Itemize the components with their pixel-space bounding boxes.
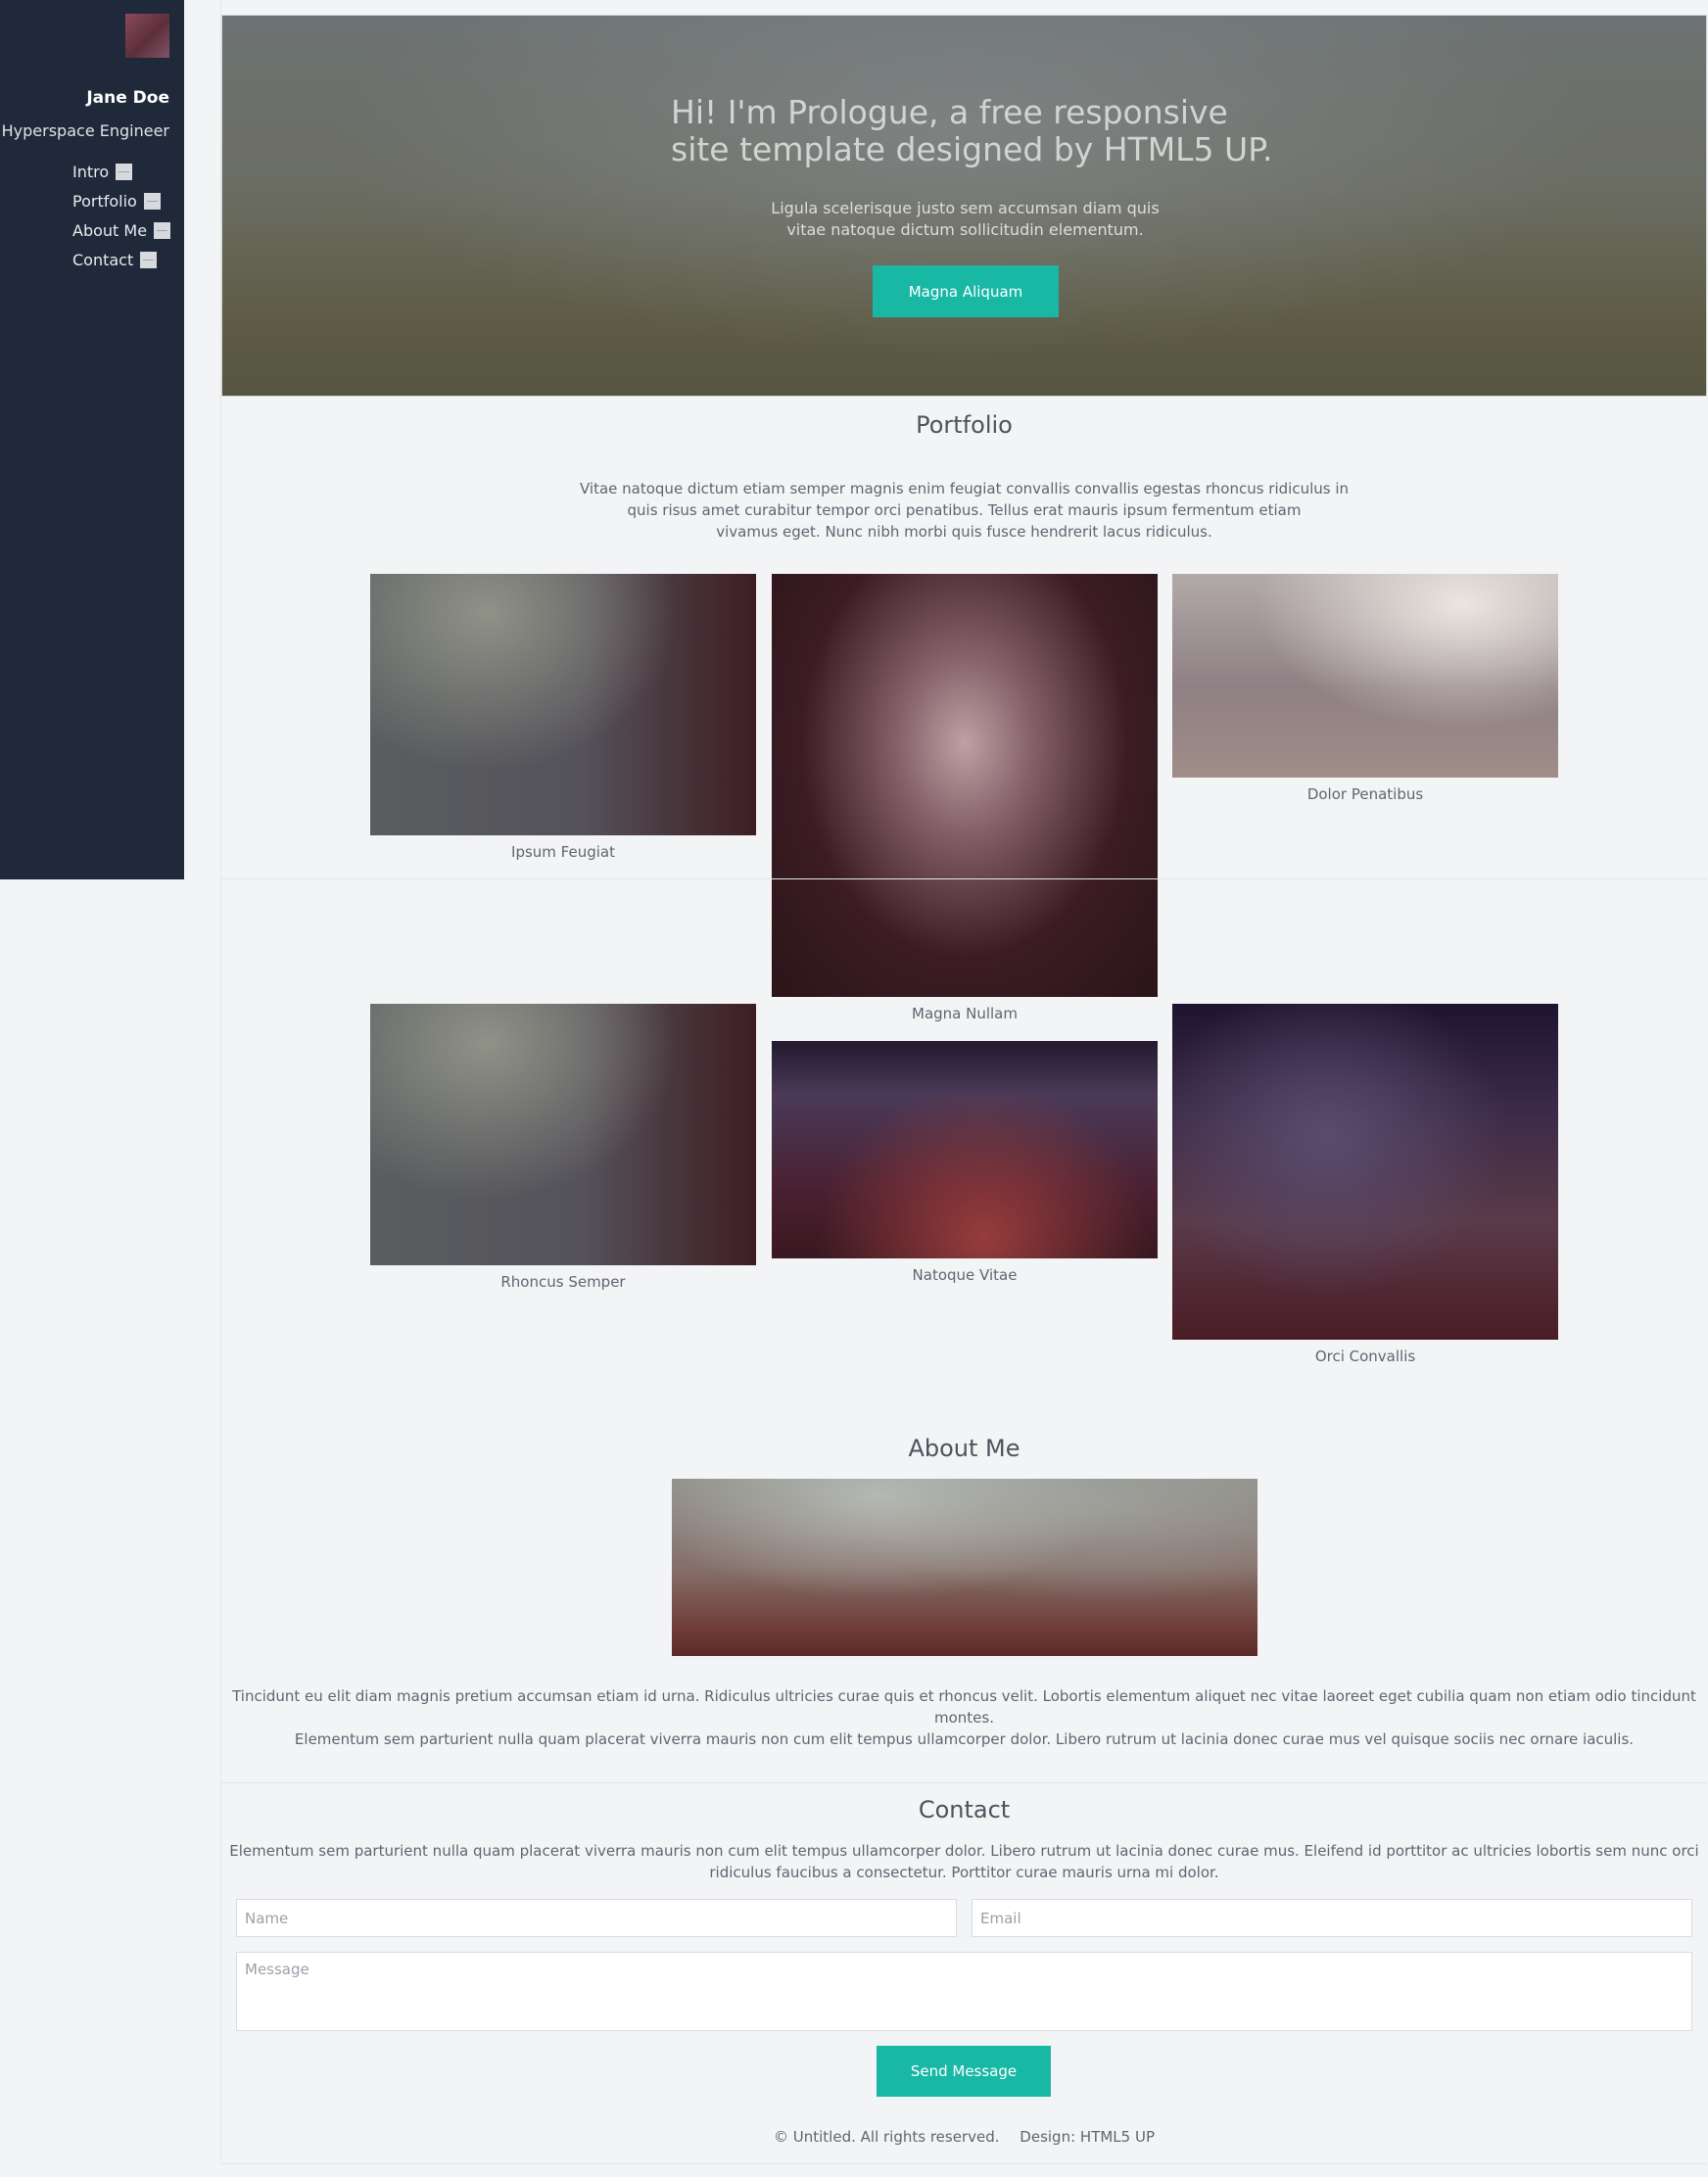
hero-subtext-line: vitae natoque dictum sollicitudin elemen… xyxy=(786,220,1144,239)
portfolio-item[interactable]: Dolor Penatibus xyxy=(1172,574,1558,803)
name-field[interactable] xyxy=(236,1899,957,1937)
main-content: Hi! I'm Prologue, a free responsive site… xyxy=(220,0,1708,2164)
nav-item-label[interactable]: Intro xyxy=(72,163,109,181)
profile-name: Jane Doe xyxy=(86,88,169,108)
contact-title: Contact xyxy=(918,1796,1011,1823)
user-icon xyxy=(154,221,171,239)
portfolio-item[interactable]: Ipsum Feugiat xyxy=(370,574,756,861)
portfolio-caption[interactable]: Natoque Vitae xyxy=(772,1266,1158,1284)
message-field[interactable] xyxy=(236,1952,1692,2031)
portfolio-caption[interactable]: Ipsum Feugiat xyxy=(370,843,756,861)
about-text-line: Tincidunt eu elit diam magnis pretium ac… xyxy=(232,1687,1696,1727)
portfolio-image[interactable] xyxy=(1172,574,1558,778)
contact-text: Elementum sem parturient nulla quam plac… xyxy=(221,1840,1707,1883)
nav-item-label[interactable]: Portfolio xyxy=(72,192,137,211)
nav-item-intro[interactable]: Intro xyxy=(72,157,170,186)
about-image xyxy=(672,1479,1257,1656)
contact-text-line: ridiculus faucibus a consectetur. Portti… xyxy=(709,1864,1219,1881)
nav-item-label[interactable]: About Me xyxy=(72,221,147,240)
portfolio-item[interactable]: Natoque Vitae xyxy=(772,1041,1158,1284)
sidebar-nav: Intro Portfolio About Me Contact xyxy=(72,157,171,274)
portfolio-intro-text: Vitae natoque dictum etiam semper magnis… xyxy=(456,478,1472,543)
nav-item-about[interactable]: About Me xyxy=(72,215,171,245)
portfolio-caption[interactable]: Orci Convallis xyxy=(1172,1348,1558,1365)
hero-headline-line: Hi! I'm Prologue, a free responsive xyxy=(671,93,1228,131)
hero-banner: Hi! I'm Prologue, a free responsive site… xyxy=(221,15,1707,397)
portfolio-image[interactable] xyxy=(370,574,756,835)
footer-design-credit[interactable]: Design: HTML5 UP xyxy=(1020,2128,1155,2146)
hero-cta-button[interactable]: Magna Aliquam xyxy=(873,265,1059,317)
footer: © Untitled. All rights reserved. Design:… xyxy=(221,2128,1707,2146)
portfolio-caption[interactable]: Dolor Penatibus xyxy=(1172,785,1558,803)
hero-headline-line: site template designed by HTML5 UP. xyxy=(671,130,1273,168)
grid-icon xyxy=(143,192,161,210)
hero-subtext: Ligula scelerisque justo sem accumsan di… xyxy=(222,198,1708,241)
portfolio-item[interactable]: Rhoncus Semper xyxy=(370,1004,756,1291)
portfolio-image[interactable] xyxy=(772,1041,1158,1258)
portfolio-text-line: quis risus amet curabitur tempor orci pe… xyxy=(627,501,1302,519)
footer-copyright: © Untitled. All rights reserved. xyxy=(774,2128,1000,2146)
email-field[interactable] xyxy=(972,1899,1692,1937)
envelope-icon xyxy=(140,251,158,268)
portfolio-item[interactable]: Magna Nullam xyxy=(772,574,1158,1022)
divider xyxy=(221,1782,1707,1783)
send-message-button[interactable]: Send Message xyxy=(877,2046,1051,2097)
portfolio-text-line: Vitae natoque dictum etiam semper magnis… xyxy=(579,480,1350,497)
sidebar: Jane Doe Hyperspace Engineer Intro Portf… xyxy=(0,0,184,879)
about-title: About Me xyxy=(908,1435,1020,1462)
nav-item-contact[interactable]: Contact xyxy=(72,245,170,274)
contact-text-line: Elementum sem parturient nulla quam plac… xyxy=(229,1842,1699,1860)
portfolio-caption[interactable]: Rhoncus Semper xyxy=(370,1273,756,1291)
portfolio-item[interactable]: Orci Convallis xyxy=(1172,1004,1558,1365)
portfolio-title: Portfolio xyxy=(916,411,1013,439)
about-text: Tincidunt eu elit diam magnis pretium ac… xyxy=(221,1685,1707,1750)
portfolio-image[interactable] xyxy=(772,574,1158,997)
home-icon xyxy=(116,163,133,180)
portfolio-image[interactable] xyxy=(1172,1004,1558,1340)
divider xyxy=(221,878,1707,879)
profile-role: Hyperspace Engineer xyxy=(1,121,169,140)
about-text-line: Elementum sem parturient nulla quam plac… xyxy=(294,1730,1635,1748)
divider xyxy=(221,2163,1707,2164)
portfolio-image[interactable] xyxy=(370,1004,756,1265)
hero-subtext-line: Ligula scelerisque justo sem accumsan di… xyxy=(771,199,1160,217)
nav-item-portfolio[interactable]: Portfolio xyxy=(72,186,170,215)
portfolio-caption[interactable]: Magna Nullam xyxy=(772,1005,1158,1022)
portfolio-text-line: vivamus eget. Nunc nibh morbi quis fusce… xyxy=(716,523,1212,541)
hero-headline: Hi! I'm Prologue, a free responsive site… xyxy=(671,94,1298,168)
nav-item-label[interactable]: Contact xyxy=(72,251,133,269)
avatar xyxy=(125,14,169,58)
